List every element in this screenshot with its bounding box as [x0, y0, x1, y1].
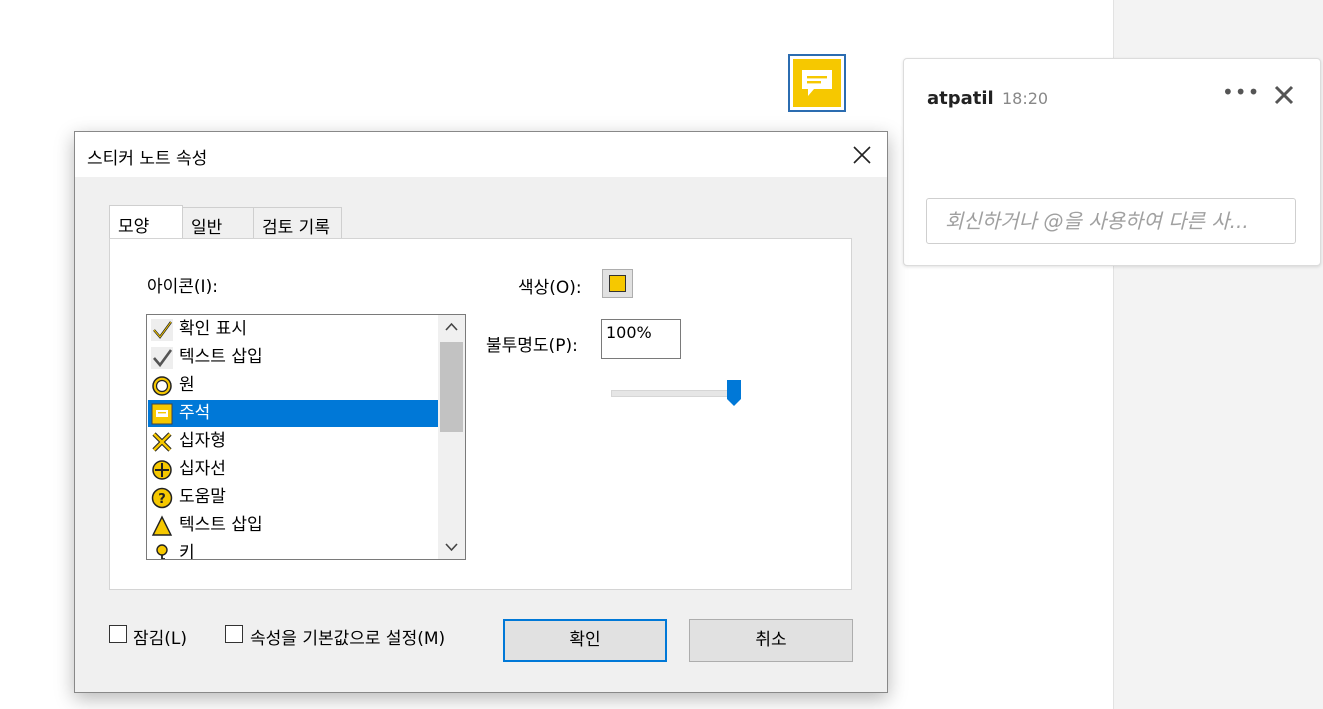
- tab-general[interactable]: 일반: [182, 207, 254, 238]
- list-item-label: 원: [179, 375, 195, 395]
- list-item[interactable]: ? 도움말: [148, 484, 438, 511]
- lock-checkbox[interactable]: [109, 625, 127, 643]
- list-item-label: 십자선: [179, 459, 226, 479]
- color-swatch: [609, 275, 626, 292]
- dialog-titlebar: 스티커 노트 속성: [75, 132, 887, 177]
- more-options-icon[interactable]: •••: [1222, 81, 1259, 107]
- tab-review-history[interactable]: 검토 기록: [253, 207, 342, 238]
- list-item-label: 텍스트 삽입: [179, 347, 263, 367]
- opacity-input[interactable]: [601, 319, 681, 359]
- close-icon: [853, 146, 871, 164]
- scrollbar-thumb[interactable]: [440, 342, 463, 432]
- tab-label: 검토 기록: [262, 218, 330, 238]
- comment-author: atpatil: [927, 88, 994, 109]
- list-item[interactable]: 십자선: [148, 456, 438, 483]
- opacity-label: 불투명도(P):: [486, 336, 578, 356]
- comment-icon: [151, 403, 173, 425]
- cancel-button[interactable]: 취소: [689, 619, 853, 662]
- help-icon: ?: [151, 487, 173, 509]
- comment-time: 18:20: [1002, 89, 1049, 108]
- color-picker-button[interactable]: [602, 269, 633, 298]
- list-item[interactable]: 십자형: [148, 428, 438, 455]
- list-item-selected[interactable]: 주석: [148, 400, 438, 427]
- svg-text:?: ?: [158, 492, 166, 507]
- list-item[interactable]: 원: [148, 372, 438, 399]
- sticky-note-marker[interactable]: [788, 54, 846, 112]
- list-item-label: 키: [179, 543, 195, 560]
- tab-label: 모양: [118, 217, 150, 237]
- list-item[interactable]: 텍스트 삽입: [148, 512, 438, 539]
- icon-listbox[interactable]: 확인 표시 텍스트 삽입 원 주석 십자형 십자선 ? 도움말 텍스트 삽입 키: [146, 314, 466, 560]
- list-item-label: 도움말: [179, 487, 226, 507]
- tab-label: 일반: [191, 218, 223, 238]
- dialog-title: 스티커 노트 속성: [87, 149, 208, 169]
- chevron-up-icon[interactable]: [438, 315, 465, 339]
- list-item[interactable]: 확인 표시: [148, 316, 438, 343]
- crosshair-icon: [152, 460, 172, 480]
- list-item-label: 텍스트 삽입: [179, 515, 263, 535]
- list-item[interactable]: 키: [148, 540, 438, 560]
- list-item[interactable]: 텍스트 삽입: [148, 344, 438, 371]
- ok-button[interactable]: 확인: [503, 619, 667, 662]
- close-icon[interactable]: [1272, 83, 1296, 107]
- icon-label: 아이콘(I):: [147, 277, 218, 297]
- list-item-label: 십자형: [179, 431, 226, 451]
- chevron-down-icon[interactable]: [438, 535, 465, 559]
- list-item-label: 주석: [179, 403, 211, 423]
- circle-icon: [152, 376, 172, 396]
- set-default-checkbox[interactable]: [225, 625, 243, 643]
- lock-label: 잠김(L): [133, 629, 188, 649]
- dialog-close-button[interactable]: [845, 140, 879, 170]
- comment-card: atpatil 18:20 •••: [903, 58, 1321, 266]
- slider-thumb[interactable]: [727, 380, 741, 406]
- listbox-scrollbar[interactable]: [438, 315, 465, 559]
- set-default-label: 속성을 기본값으로 설정(M): [250, 629, 446, 649]
- cross-icon: [152, 432, 172, 452]
- list-item-label: 확인 표시: [179, 319, 247, 339]
- check-icon: [151, 347, 173, 369]
- sticky-note-properties-dialog: 스티커 노트 속성 모양 일반 검토 기록 아이콘(I): 확인 표시 텍스트 …: [74, 131, 888, 693]
- key-icon: [156, 544, 168, 559]
- triangle-insert-icon: [151, 515, 173, 536]
- tab-appearance[interactable]: 모양: [109, 205, 183, 238]
- reply-input[interactable]: [926, 198, 1296, 244]
- opacity-slider[interactable]: [611, 390, 737, 397]
- color-label: 색상(O):: [518, 278, 582, 298]
- checkmark-icon: [151, 319, 173, 341]
- comment-icon: [793, 59, 841, 107]
